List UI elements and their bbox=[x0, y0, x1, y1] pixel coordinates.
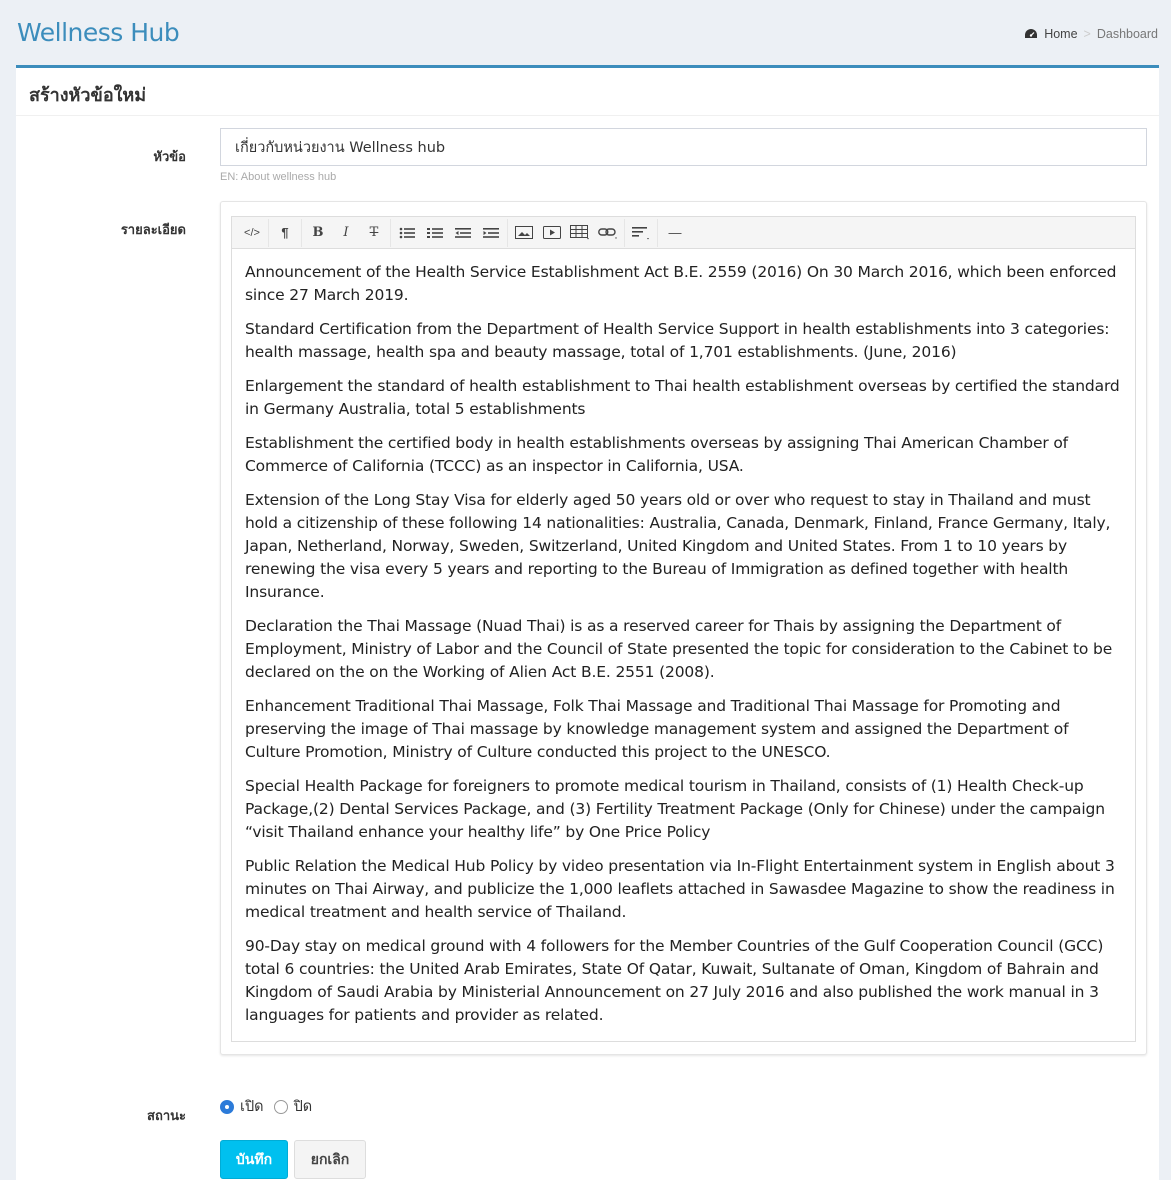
toolbar-separator bbox=[301, 218, 302, 247]
unordered-list-icon[interactable] bbox=[393, 219, 421, 247]
content-paragraph: Enhancement Traditional Thai Massage, Fo… bbox=[245, 697, 1069, 761]
paragraph-button[interactable]: ¶ bbox=[271, 219, 299, 247]
content-paragraph: Extension of the Long Stay Visa for elde… bbox=[245, 491, 1111, 601]
editor-container: </> ¶ B I T — Announcement of the Health… bbox=[220, 201, 1147, 1055]
breadcrumb: Home > Dashboard bbox=[1024, 27, 1158, 41]
insert-video-icon[interactable] bbox=[538, 219, 566, 247]
insert-link-icon[interactable] bbox=[594, 219, 622, 247]
horizontal-rule-button[interactable]: — bbox=[660, 219, 690, 247]
code-view-button[interactable]: </> bbox=[238, 219, 266, 247]
content-paragraph: Establishment the certified body in heal… bbox=[245, 434, 1068, 475]
toolbar-separator bbox=[268, 218, 269, 247]
save-button[interactable]: บันทึก bbox=[220, 1140, 288, 1179]
toolbar-separator bbox=[507, 218, 508, 247]
status-radio-group: เปิด ปิด bbox=[220, 1095, 312, 1118]
insert-table-icon[interactable] bbox=[566, 219, 594, 247]
page-title: Wellness Hub bbox=[17, 18, 180, 47]
bold-button[interactable]: B bbox=[304, 219, 332, 247]
detail-label: รายละเอียด bbox=[120, 223, 186, 238]
content-paragraph: Public Relation the Medical Hub Policy b… bbox=[245, 857, 1115, 921]
strikethrough-button[interactable]: T bbox=[360, 219, 388, 247]
status-label: สถานะ bbox=[147, 1109, 186, 1124]
toolbar-separator bbox=[390, 218, 391, 247]
content-paragraph: 90-Day stay on medical ground with 4 fol… bbox=[245, 937, 1104, 1024]
breadcrumb-home-link[interactable]: Home bbox=[1044, 27, 1077, 41]
align-icon[interactable] bbox=[627, 219, 655, 247]
topic-input[interactable]: เกี่ยวกับหน่วยงาน Wellness hub bbox=[220, 128, 1147, 166]
outdent-icon[interactable] bbox=[449, 219, 477, 247]
editor-toolbar: </> ¶ B I T — bbox=[232, 217, 1135, 249]
topic-hint: EN: About wellness hub bbox=[220, 171, 337, 183]
rich-text-editor: </> ¶ B I T — Announcement of the Health… bbox=[231, 216, 1136, 1042]
content-header: Wellness Hub Home > Dashboard bbox=[8, 8, 1163, 65]
toolbar-separator bbox=[657, 218, 658, 247]
status-closed-label[interactable]: ปิด bbox=[294, 1095, 313, 1118]
content-paragraph: Standard Certification from the Departme… bbox=[245, 320, 1110, 361]
breadcrumb-current: Dashboard bbox=[1096, 27, 1158, 41]
status-closed-radio[interactable] bbox=[273, 1099, 288, 1114]
content-paragraph: Special Health Package for foreigners to… bbox=[245, 777, 1105, 841]
indent-icon[interactable] bbox=[477, 219, 505, 247]
box-title: สร้างหัวข้อใหม่ bbox=[16, 68, 1159, 116]
content-paragraph: Announcement of the Health Service Estab… bbox=[245, 263, 1117, 304]
status-open-radio[interactable] bbox=[220, 1099, 234, 1114]
italic-button[interactable]: I bbox=[332, 219, 360, 247]
content-paragraph: Enlargement the standard of health estab… bbox=[245, 377, 1120, 418]
editor-content[interactable]: Announcement of the Health Service Estab… bbox=[232, 249, 1135, 1027]
topic-label: หัวข้อ bbox=[153, 150, 186, 165]
content-paragraph: Declaration the Thai Massage (Nuad Thai)… bbox=[245, 617, 1113, 681]
cancel-button[interactable]: ยกเลิก bbox=[294, 1140, 366, 1179]
insert-image-icon[interactable] bbox=[510, 219, 538, 247]
ordered-list-icon[interactable] bbox=[421, 219, 449, 247]
toolbar-separator bbox=[624, 218, 625, 247]
page: Wellness Hub Home > Dashboard สร้างหัวข้… bbox=[8, 8, 1163, 1180]
create-topic-box: สร้างหัวข้อใหม่ หัวข้อ เกี่ยวกับหน่วยงาน… bbox=[16, 65, 1159, 1180]
breadcrumb-separator: > bbox=[1083, 27, 1091, 41]
status-open-label[interactable]: เปิด bbox=[240, 1095, 264, 1118]
dashboard-icon bbox=[1024, 28, 1038, 40]
